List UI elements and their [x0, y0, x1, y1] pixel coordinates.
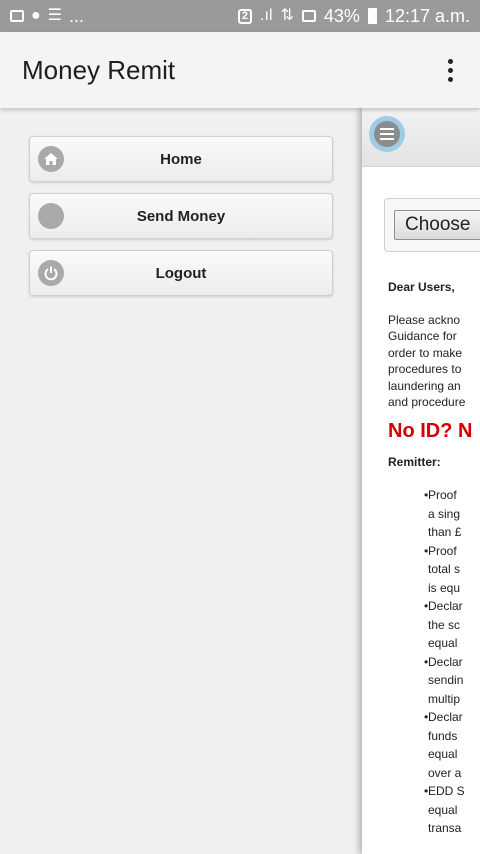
list-line: transa — [428, 821, 462, 836]
list-line: sendin — [428, 673, 464, 688]
list-line: equal — [428, 636, 458, 651]
battery-percent: 43% — [323, 5, 360, 26]
menu-toggle-button[interactable] — [369, 116, 405, 152]
list-line: EDD S — [428, 784, 465, 799]
list-item: Declar sendin multip — [388, 653, 480, 709]
list-line: multip — [428, 691, 461, 706]
paragraph-line: order to make — [388, 345, 463, 360]
app-bar: Money Remit — [0, 32, 480, 108]
list-line: Declar — [428, 710, 463, 725]
hamburger-icon — [374, 121, 400, 147]
paragraph-line: and procedure — [388, 395, 466, 410]
list-item: Declar the sc equal — [388, 597, 480, 653]
list-line: is equ — [428, 580, 461, 595]
list-item: Proof total s is equ — [388, 542, 480, 598]
notice-content: Dear Users, Please ackno Guidance for or… — [388, 280, 480, 838]
list-line: than £ — [428, 525, 462, 540]
sim-indicator: 2 — [237, 8, 253, 24]
no-id-banner: No ID? N — [388, 420, 473, 443]
choose-container: Choose — [384, 198, 480, 252]
list-line: equal — [428, 747, 458, 762]
list-item: Proof a sing than £ — [388, 486, 480, 542]
app-title: Money Remit — [22, 54, 176, 85]
menu-logout-button[interactable]: Logout — [29, 250, 333, 296]
signal-icon: .ıl — [260, 7, 273, 24]
menu-send-money-label: Send Money — [136, 207, 226, 225]
list-line: a sing — [428, 506, 461, 521]
notice-paragraph: Please ackno Guidance for order to make … — [388, 312, 480, 410]
signal-box-icon — [301, 10, 316, 22]
paragraph-line: laundering an — [388, 378, 461, 393]
image-notification-icon — [10, 10, 24, 22]
menu-send-money-button[interactable]: Send Money — [29, 193, 333, 239]
list-item: EDD S equal transa — [388, 782, 480, 838]
list-line: Proof — [428, 543, 457, 558]
clock: 12:17 a.m. — [384, 5, 470, 26]
battery-icon — [367, 8, 377, 24]
power-icon — [38, 260, 64, 286]
circle-icon — [38, 203, 64, 229]
more-notifications-text: ... — [69, 5, 85, 26]
paragraph-line: procedures to — [388, 362, 462, 377]
list-line: Declar — [428, 654, 463, 669]
list-line: the sc — [428, 617, 461, 632]
paragraph-line: Guidance for — [388, 329, 457, 344]
status-bar: ● ☰ ... 2 .ıl ⇅ 43% 12:17 a.m. — [0, 0, 480, 32]
greeting: Dear Users, — [388, 280, 455, 294]
list-line: equal — [428, 802, 458, 817]
panel-header — [362, 108, 480, 167]
list-line: over a — [428, 765, 462, 780]
home-icon — [38, 146, 64, 172]
remitter-label: Remitter: — [388, 455, 441, 470]
list-notification-icon: ☰ — [47, 7, 63, 24]
list-line: Declar — [428, 599, 463, 614]
status-bar-right: 2 .ıl ⇅ 43% 12:17 a.m. — [237, 5, 470, 27]
menu-home-label: Home — [160, 150, 202, 168]
more-vertical-icon[interactable] — [440, 55, 460, 85]
menu-logout-label: Logout — [155, 264, 207, 282]
list-line: Proof — [428, 488, 457, 503]
list-item: Declar funds equal over a — [388, 708, 480, 782]
messenger-icon: ● — [31, 7, 41, 24]
requirements-list: Proof a sing than £ Proof total s is equ… — [388, 486, 480, 838]
content-panel: Choose Dear Users, Please ackno Guidance… — [362, 108, 480, 854]
paragraph-line: Please ackno — [388, 313, 461, 327]
list-line: total s — [428, 562, 461, 577]
choose-button[interactable]: Choose — [394, 210, 480, 240]
menu-home-button[interactable]: Home — [29, 136, 333, 182]
status-bar-left: ● ☰ ... — [10, 6, 84, 27]
side-menu: Home Send Money Logout — [29, 136, 333, 307]
data-icon: ⇅ — [280, 7, 294, 24]
list-line: funds — [428, 728, 458, 743]
